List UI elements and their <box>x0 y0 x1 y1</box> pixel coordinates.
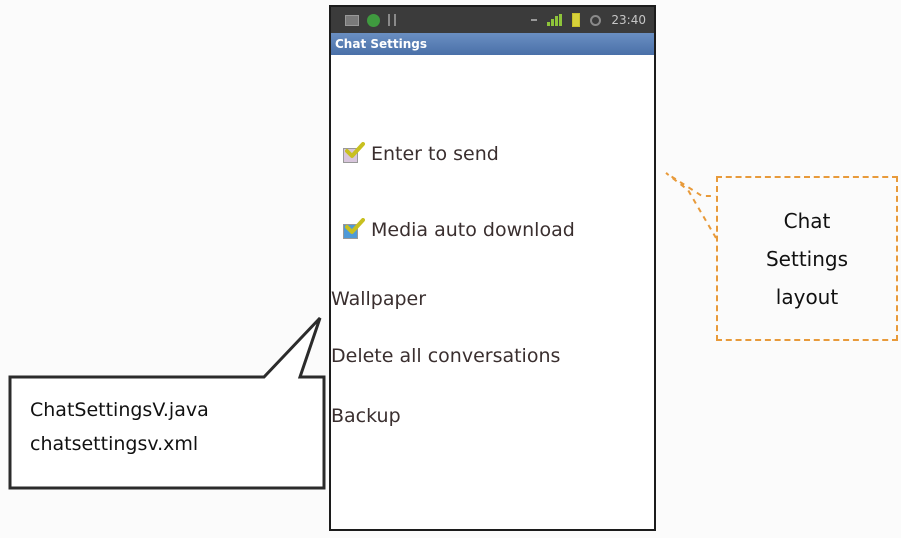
chat-settings-layout-note: Chat Settings layout <box>716 176 898 341</box>
note-line-3: layout <box>775 284 839 309</box>
note-line-2: Settings <box>765 246 849 271</box>
note-line-1: Chat <box>783 208 831 233</box>
